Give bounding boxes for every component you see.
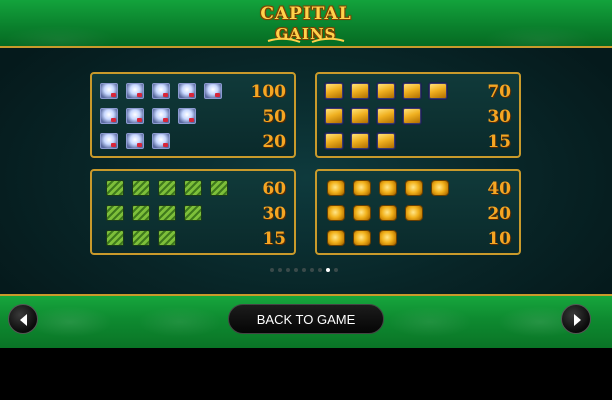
gold-bars-icon	[324, 107, 344, 125]
paytable-row: 30	[92, 203, 294, 225]
cash-stack-icon	[184, 180, 202, 196]
previous-page-button[interactable]	[8, 304, 38, 334]
gold-coins-icon	[353, 180, 371, 196]
diamond-icon	[178, 108, 196, 124]
paytable-row: 15	[92, 228, 294, 250]
gold-coins-icon	[379, 205, 397, 221]
gold-bars-icon	[350, 82, 370, 100]
payout-value: 20	[262, 132, 286, 152]
paytable-row: 30	[317, 106, 519, 128]
diamond-icon	[178, 83, 196, 99]
payout-value: 30	[262, 204, 286, 224]
gold-coins-icon	[405, 205, 423, 221]
page-indicator	[270, 268, 342, 274]
gold-coins-icon	[327, 230, 345, 246]
payout-value: 15	[262, 229, 286, 249]
page-dot[interactable]	[326, 268, 330, 272]
diamond-icon	[100, 108, 118, 124]
page-dot[interactable]	[310, 268, 314, 272]
gold-bars-icon	[350, 107, 370, 125]
payout-value: 30	[487, 107, 511, 127]
cash-stack-icon	[132, 230, 150, 246]
paytable-panel-coins: 40 20 10	[315, 169, 521, 255]
cash-stack-icon	[158, 230, 176, 246]
paytable-row: 15	[317, 131, 519, 153]
gold-bars-icon	[376, 82, 396, 100]
payout-value: 10	[487, 229, 511, 249]
footer-bar: BACK TO GAME	[0, 294, 612, 348]
page-dot[interactable]	[334, 268, 338, 272]
cash-stack-icon	[106, 230, 124, 246]
cash-stack-icon	[210, 180, 228, 196]
diamond-icon	[126, 83, 144, 99]
gold-coins-icon	[327, 180, 345, 196]
gold-coins-icon	[379, 230, 397, 246]
payout-value: 100	[250, 82, 287, 102]
gold-coins-icon	[353, 205, 371, 221]
diamond-icon	[100, 133, 118, 149]
page-dot[interactable]	[278, 268, 282, 272]
gold-bars-icon	[350, 132, 370, 150]
page-dot[interactable]	[270, 268, 274, 272]
logo-line-1: CAPITAL	[260, 4, 352, 24]
gold-bars-icon	[376, 132, 396, 150]
back-to-game-button[interactable]: BACK TO GAME	[228, 304, 384, 334]
paytable-panel-diamond: 100 50 20	[90, 72, 296, 158]
gold-bars-icon	[324, 82, 344, 100]
cash-stack-icon	[106, 205, 124, 221]
logo-laurel-icon	[267, 37, 345, 43]
cash-stack-icon	[184, 205, 202, 221]
gold-coins-icon	[353, 230, 371, 246]
paytable-row: 100	[92, 81, 294, 103]
page-dot[interactable]	[286, 268, 290, 272]
gold-coins-icon	[431, 180, 449, 196]
paytable-row: 50	[92, 106, 294, 128]
diamond-icon	[126, 108, 144, 124]
gold-bars-icon	[402, 107, 422, 125]
gold-coins-icon	[327, 205, 345, 221]
payout-value: 60	[262, 179, 286, 199]
paytable-row: 70	[317, 81, 519, 103]
payout-value: 40	[487, 179, 511, 199]
arrow-left-icon	[20, 314, 27, 326]
diamond-icon	[152, 108, 170, 124]
cash-stack-icon	[106, 180, 124, 196]
gold-bars-icon	[324, 132, 344, 150]
paytable-row: 60	[92, 178, 294, 200]
diamond-icon	[204, 83, 222, 99]
page-dot[interactable]	[302, 268, 306, 272]
paytable-row: 40	[317, 178, 519, 200]
paytable-panel-gold-bars: 70 30 15	[315, 72, 521, 158]
payout-value: 70	[487, 82, 511, 102]
paytable-panel-cash: 60 30 15	[90, 169, 296, 255]
paytable-row: 20	[317, 203, 519, 225]
payout-value: 20	[487, 204, 511, 224]
cash-stack-icon	[132, 180, 150, 196]
gold-coins-icon	[405, 180, 423, 196]
page-dot[interactable]	[294, 268, 298, 272]
payout-value: 50	[262, 107, 286, 127]
paytable-row: 10	[317, 228, 519, 250]
arrow-right-icon	[574, 314, 581, 326]
gold-bars-icon	[428, 82, 448, 100]
cash-stack-icon	[158, 205, 176, 221]
page-dot[interactable]	[318, 268, 322, 272]
gold-bars-icon	[376, 107, 396, 125]
gold-bars-icon	[402, 82, 422, 100]
cash-stack-icon	[132, 205, 150, 221]
diamond-icon	[100, 83, 118, 99]
diamond-icon	[126, 133, 144, 149]
paytable-row: 20	[92, 131, 294, 153]
next-page-button[interactable]	[561, 304, 591, 334]
payout-value: 15	[487, 132, 511, 152]
cash-stack-icon	[158, 180, 176, 196]
gold-coins-icon	[379, 180, 397, 196]
diamond-icon	[152, 133, 170, 149]
diamond-icon	[152, 83, 170, 99]
